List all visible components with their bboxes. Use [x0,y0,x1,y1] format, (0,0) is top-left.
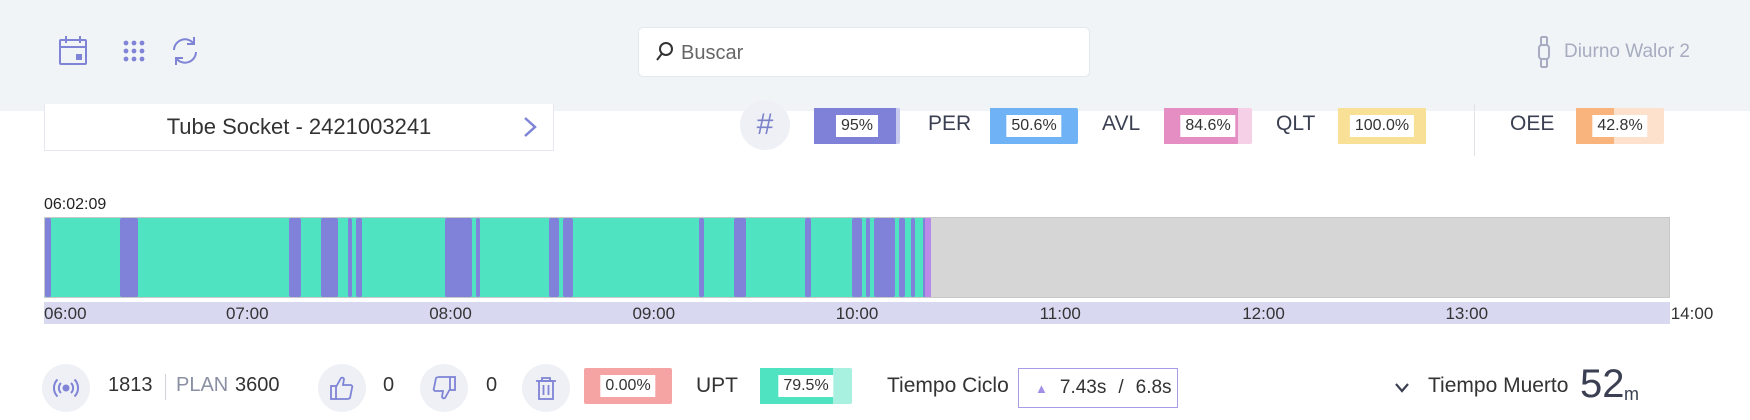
timeline-tick-label: 12:00 [1242,304,1285,323]
bad-count: 0 [486,374,498,396]
hash-icon: # [740,100,790,150]
kpi-qlt-bar: 100.0% [1338,108,1426,144]
cycle-time-box: ▲ 7.43s / 6.8s [1018,368,1178,408]
timeline-tick-label: 08:00 [429,304,472,323]
timeline-stop-segment[interactable] [874,218,895,297]
cycle-separator: / [1118,377,1124,398]
kpi-per-value: 50.6% [1006,115,1062,137]
top-bar: Diurno Walor 2 [0,0,1750,111]
timeline-stop-segment[interactable] [734,218,747,297]
scrap-value: 0.00% [600,375,656,397]
upt-label: UPT [696,374,738,397]
dead-time-label: Tiempo Muerto [1428,374,1569,397]
timeline-tick-label: 11:00 [1039,304,1081,323]
count-value: 1813 [108,374,153,396]
search-input[interactable] [681,36,1071,70]
user-menu[interactable]: Diurno Walor 2 [1536,34,1690,70]
plan-separator [165,374,166,400]
timeline-stop-segment[interactable] [851,218,863,297]
cycle-target: 6.8s [1135,377,1172,398]
timeline-tick-label: 09:00 [632,304,676,323]
kpi-per-label: PER [928,112,972,135]
kpi-divider [1474,104,1475,156]
thumbs-up-icon[interactable] [318,364,366,412]
timeline-tick-label: 14:00 [1670,304,1714,323]
timeline-stop-segment[interactable] [699,218,704,297]
timeline-stop-segment[interactable] [475,218,480,297]
scrap-bar: 0.00% [584,368,672,404]
timeline-stop-segment[interactable] [805,218,812,297]
kpi-oee-bar: 42.8% [1576,108,1664,144]
timeline-tick-label: 10:00 [835,304,879,323]
timeline-tick-label: 07:00 [225,304,269,323]
kpi-oee-label: OEE [1510,112,1555,135]
triangle-up-icon: ▲ [1035,380,1048,396]
timeline-stop-segment[interactable] [563,218,574,297]
kpi-first-bar: 95% [814,108,900,144]
grid-icon[interactable] [117,34,151,68]
good-count: 0 [383,374,395,396]
timeline-stop-segment[interactable] [355,218,363,297]
chevron-down-icon[interactable] [1392,378,1412,398]
cycle-label: Tiempo Ciclo [887,374,1009,397]
watch-icon [1537,36,1550,68]
kpi-oee-value: 42.8% [1592,115,1648,137]
sensor-icon [42,364,90,412]
timeline-current-marker [925,218,932,297]
timeline-stop-segment[interactable] [321,218,338,297]
timeline-stop-segment[interactable] [445,218,472,297]
dead-time-unit: m [1624,384,1639,404]
upt-value: 79.5% [778,375,834,397]
trash-icon[interactable] [522,364,570,412]
kpi-avl-label: AVL [1102,112,1141,135]
stats-bar: 1813 PLAN 3600 0 0 0.00% UPT 79.5% Tiemp… [0,360,1750,416]
chevron-right-icon [524,117,537,137]
refresh-icon[interactable] [168,34,202,68]
kpi-first-value: 95% [835,115,879,137]
timeline-stop-segment[interactable] [898,218,905,297]
product-name: Tube Socket - 2421003241 [166,114,432,139]
timeline-stop-segment[interactable] [288,218,302,297]
timeline-stop-segment[interactable] [120,218,139,297]
timeline-run-segment [45,218,932,297]
current-time-label: 06:02:09 [44,196,107,213]
dead-time-value: 52 [1580,362,1625,406]
upt-bar: 79.5% [760,368,852,404]
product-selector[interactable]: Tube Socket - 2421003241 [44,104,554,151]
thumbs-down-icon[interactable] [420,364,468,412]
plan-value: 3600 [235,374,280,396]
search-icon [656,42,673,61]
timeline-stop-segment[interactable] [549,218,560,297]
timeline-stop-segment[interactable] [347,218,352,297]
kpi-qlt-value: 100.0% [1349,115,1415,137]
calendar-icon[interactable] [56,34,90,68]
plan-label: PLAN [176,374,229,396]
timeline-tick-label: 13:00 [1445,304,1489,323]
kpi-qlt-label: QLT [1276,112,1316,135]
kpi-avl-value: 84.6% [1180,115,1236,137]
timeline-stop-segment[interactable] [910,218,915,297]
user-name: Diurno Walor 2 [1563,41,1690,62]
kpi-avl-bar: 84.6% [1164,108,1252,144]
cycle-actual: 7.43s [1059,377,1107,398]
kpi-per-bar: 50.6% [990,108,1078,144]
timeline-stop-segment[interactable] [866,218,871,297]
timeline-tick-label: 06:00 [44,304,87,323]
production-timeline[interactable] [44,217,1670,298]
search-box [638,27,1090,77]
timeline-stop-segment[interactable] [45,218,52,297]
